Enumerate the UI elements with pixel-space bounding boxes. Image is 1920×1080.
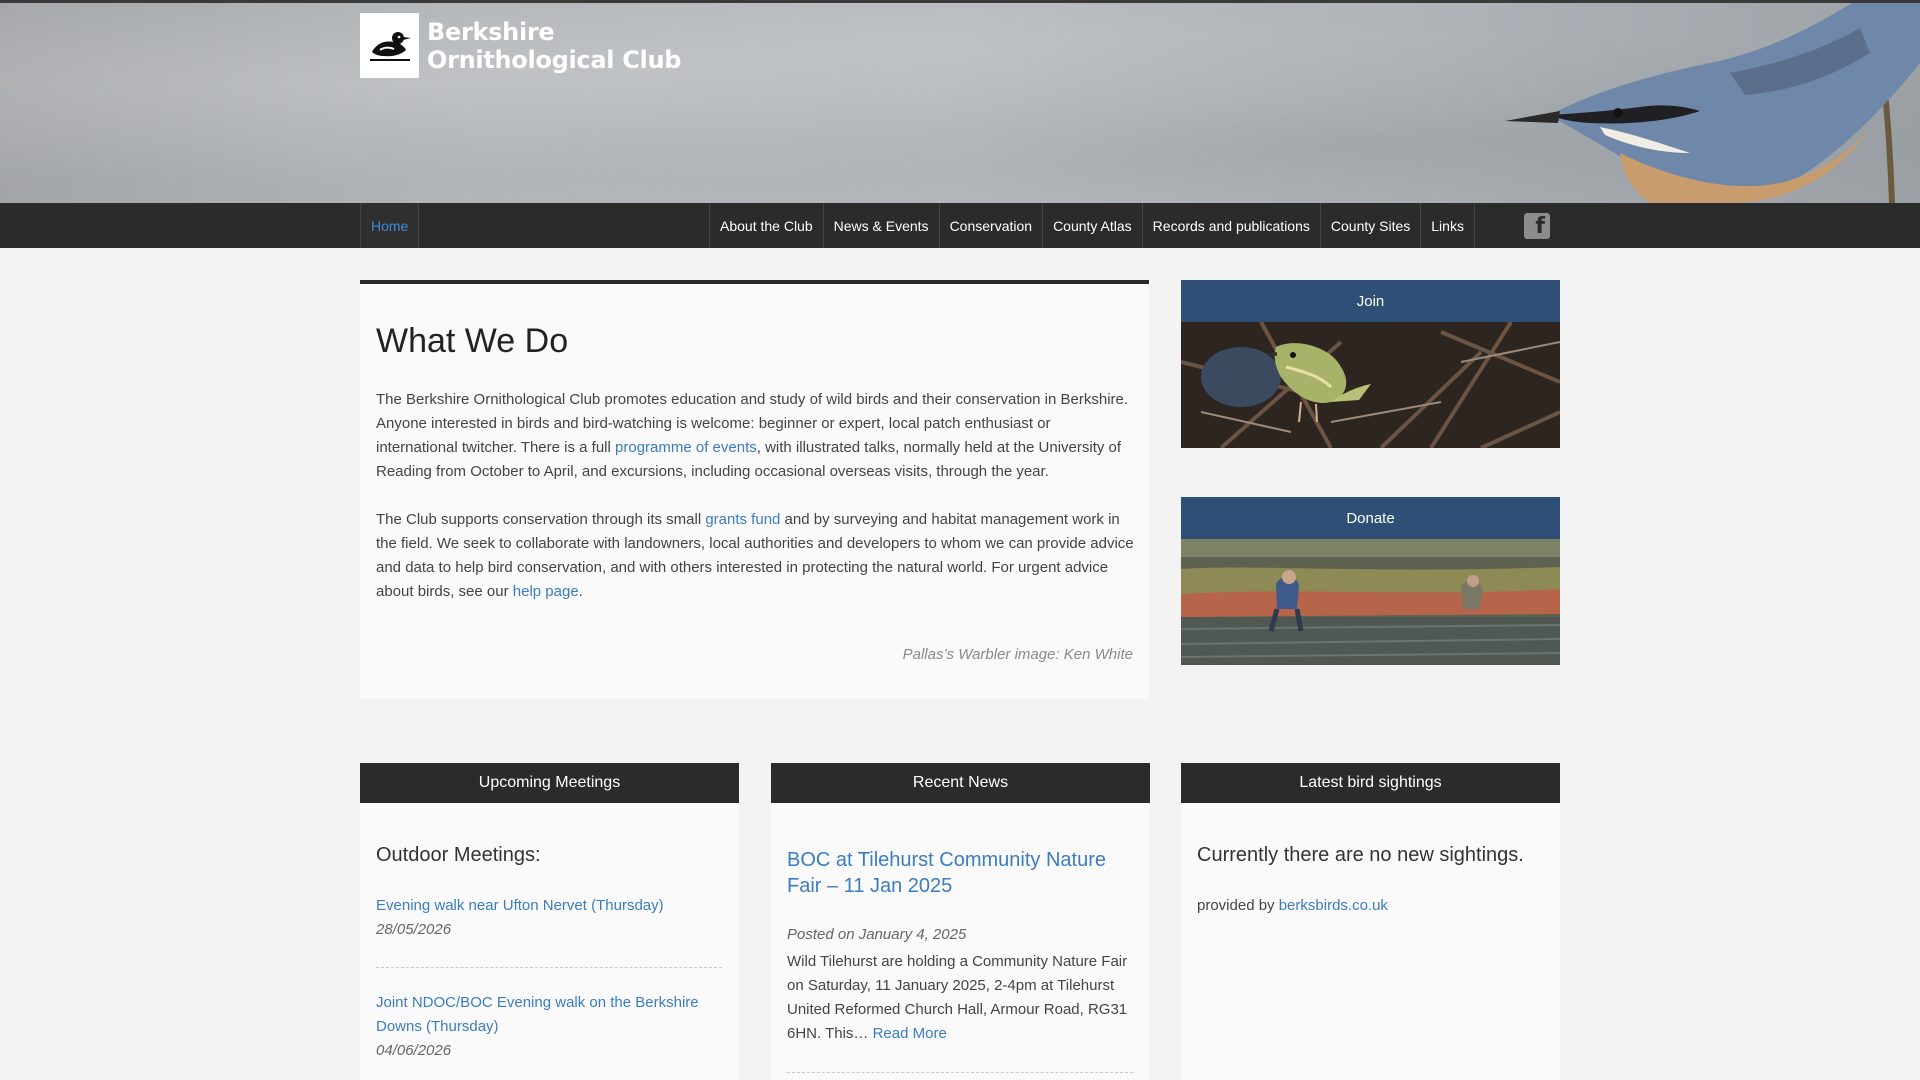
sightings-provider: provided by berksbirds.co.uk	[1197, 894, 1388, 918]
logo-bird-icon	[360, 13, 419, 78]
outdoor-meetings-heading: Outdoor Meetings:	[376, 844, 541, 866]
upcoming-meetings-panel: Upcoming Meetings Outdoor Meetings: Even…	[360, 763, 739, 1080]
join-warbler-image[interactable]	[1181, 322, 1560, 448]
berksbirds-link[interactable]: berksbirds.co.uk	[1279, 897, 1388, 914]
site-name: Berkshire Ornithological Club	[427, 18, 681, 74]
article-p2-text-a: The Club supports conservation through i…	[376, 511, 706, 528]
meeting-item: Joint NDOC/BOC Evening walk on the Berks…	[376, 991, 722, 1063]
meeting-item: Evening walk near Ufton Nervet (Thursday…	[376, 894, 722, 942]
meeting-date: 28/05/2026	[376, 921, 452, 938]
news-divider	[787, 1072, 1133, 1073]
no-sightings-message: Currently there are no new sightings.	[1197, 844, 1524, 866]
news-item-title-link[interactable]: BOC at Tilehurst Community Nature Fair –…	[787, 847, 1133, 899]
article-p2-text-c: .	[578, 583, 583, 600]
grants-fund-link[interactable]: grants fund	[705, 511, 780, 528]
what-we-do-article: What We Do The Berkshire Ornithological …	[360, 280, 1149, 699]
news-item-date: Posted on January 4, 2025	[787, 926, 967, 943]
page-title: What We Do	[376, 322, 569, 360]
nav-menu: About the Club News & Events Conservatio…	[709, 203, 1475, 248]
image-credit: Pallas’s Warbler image: Ken White	[902, 646, 1133, 663]
programme-of-events-link[interactable]: programme of events	[615, 439, 757, 456]
nav-county-atlas[interactable]: County Atlas	[1043, 203, 1143, 248]
nav-links[interactable]: Links	[1421, 203, 1475, 248]
nav-news-events[interactable]: News & Events	[824, 203, 940, 248]
upcoming-meetings-title: Upcoming Meetings	[360, 763, 739, 803]
article-paragraph-1: The Berkshire Ornithological Club promot…	[376, 388, 1136, 484]
recent-news-title: Recent News	[771, 763, 1150, 803]
donate-widget-title[interactable]: Donate	[1181, 497, 1560, 539]
provided-by-text: provided by	[1197, 897, 1279, 914]
recent-news-panel: Recent News BOC at Tilehurst Community N…	[771, 763, 1150, 1080]
nav-county-sites[interactable]: County Sites	[1321, 203, 1422, 248]
facebook-icon[interactable]: f	[1524, 213, 1550, 239]
nav-home[interactable]: Home	[360, 203, 420, 248]
join-widget[interactable]: Join	[1181, 280, 1560, 448]
nav-about-the-club[interactable]: About the Club	[710, 203, 824, 248]
nav-conservation[interactable]: Conservation	[940, 203, 1044, 248]
site-logo[interactable]: Berkshire Ornithological Club	[360, 13, 681, 78]
donate-widget[interactable]: Donate	[1181, 497, 1560, 665]
read-more-link[interactable]: Read More	[873, 1025, 947, 1042]
latest-sightings-title: Latest bird sightings	[1181, 763, 1560, 803]
meeting-date: 04/06/2026	[376, 1042, 452, 1059]
meeting-link-ufton-nervet[interactable]: Evening walk near Ufton Nervet (Thursday…	[376, 894, 722, 918]
help-page-link[interactable]: help page	[513, 583, 579, 600]
site-name-line1: Berkshire	[427, 17, 555, 46]
nuthatch-header-image	[1505, 3, 1920, 203]
site-header: Berkshire Ornithological Club	[0, 3, 1920, 203]
news-excerpt-text: Wild Tilehurst are holding a Community N…	[787, 953, 1128, 1042]
latest-sightings-panel: Latest bird sightings Currently there ar…	[1181, 763, 1560, 1080]
nav-records-publications[interactable]: Records and publications	[1143, 203, 1321, 248]
join-widget-title[interactable]: Join	[1181, 280, 1560, 322]
news-item-excerpt: Wild Tilehurst are holding a Community N…	[787, 950, 1133, 1046]
donate-volunteers-image[interactable]	[1181, 539, 1560, 665]
article-paragraph-2: The Club supports conservation through i…	[376, 508, 1136, 604]
meeting-divider	[376, 967, 722, 968]
main-navigation: Home About the Club News & Events Conser…	[0, 203, 1920, 248]
meeting-link-berkshire-downs[interactable]: Joint NDOC/BOC Evening walk on the Berks…	[376, 991, 722, 1039]
site-name-line2: Ornithological Club	[427, 45, 682, 74]
